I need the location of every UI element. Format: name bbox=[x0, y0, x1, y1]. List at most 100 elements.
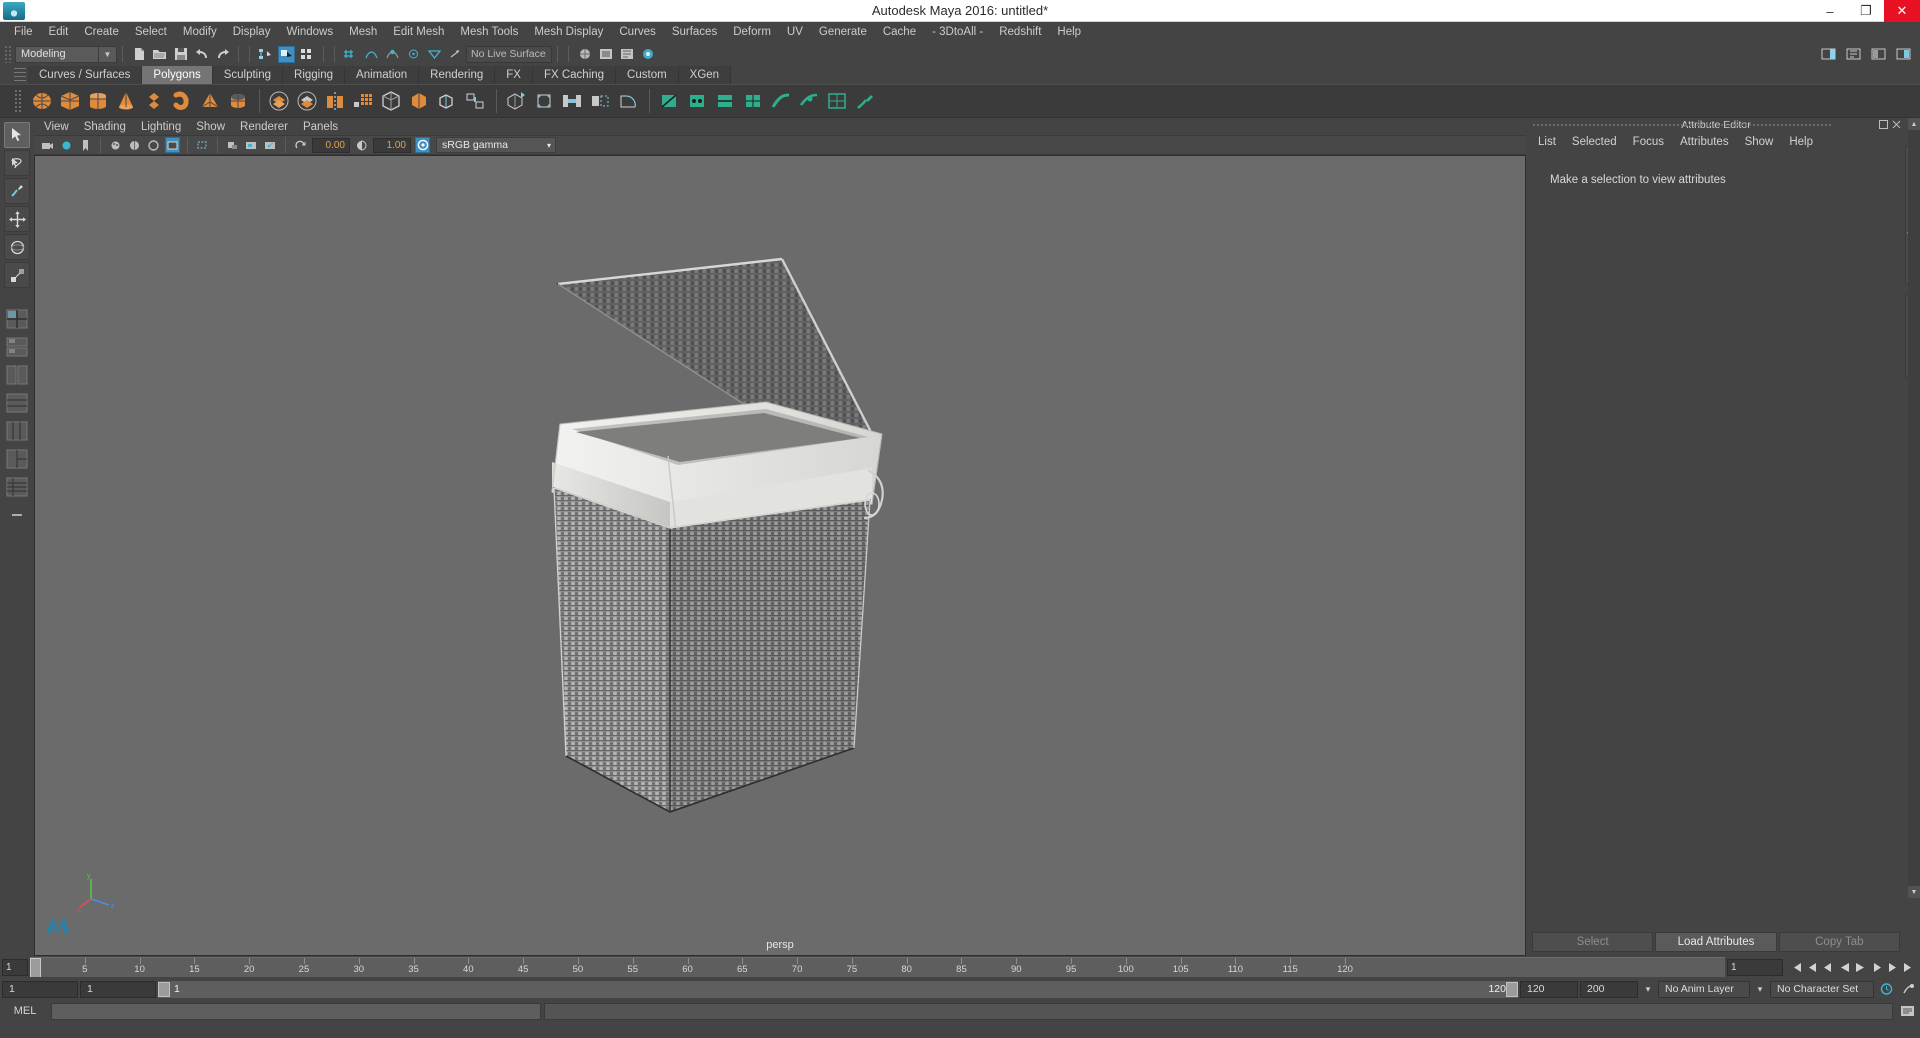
3-split-layout-icon[interactable] bbox=[4, 446, 30, 472]
copy-tab-button[interactable]: Copy Tab bbox=[1778, 932, 1900, 952]
scale-tool[interactable] bbox=[4, 262, 30, 288]
safe-action-icon[interactable] bbox=[263, 137, 278, 153]
menu-edit[interactable]: Edit bbox=[41, 24, 77, 40]
viewport-menu-panels[interactable]: Panels bbox=[303, 121, 347, 133]
playback-speed-arrow[interactable]: ▾ bbox=[1640, 984, 1656, 995]
select-button[interactable]: Select bbox=[1532, 932, 1654, 952]
menuset-selector-arrow[interactable]: ▼ bbox=[99, 45, 117, 63]
shelf-tab-rendering[interactable]: Rendering bbox=[419, 66, 496, 84]
anim-layer-select[interactable]: No Anim Layer bbox=[1658, 980, 1750, 998]
poly-cone-icon[interactable] bbox=[113, 88, 138, 114]
color-management-icon[interactable] bbox=[415, 137, 430, 153]
snap-to-view-plane-icon[interactable] bbox=[426, 46, 443, 63]
select-by-hierarchy-icon[interactable] bbox=[257, 46, 274, 63]
image-plane-icon[interactable] bbox=[108, 137, 123, 153]
snap-to-curve-icon[interactable] bbox=[363, 46, 380, 63]
menuset-selector[interactable]: Modeling bbox=[15, 45, 99, 63]
statusline-grip[interactable] bbox=[4, 45, 12, 63]
snap-to-projected-center-icon[interactable] bbox=[405, 46, 422, 63]
ae-menu-selected[interactable]: Selected bbox=[1572, 136, 1617, 148]
shelf-tab-fx-caching[interactable]: FX Caching bbox=[532, 66, 617, 84]
exposure-field[interactable]: 0.00 bbox=[312, 137, 350, 153]
menu-deform[interactable]: Deform bbox=[725, 24, 779, 40]
frame-number-field[interactable]: 1 bbox=[1727, 958, 1783, 976]
shelf-tab-fx[interactable]: FX bbox=[495, 66, 533, 84]
time-slider-track[interactable]: 5 10 15 20 25 30 35 40 45 50 55 60 65 70 75 80 85 90 95 100… bbox=[30, 957, 1725, 977]
menu-mesh-tools[interactable]: Mesh Tools bbox=[452, 24, 526, 40]
undock-icon[interactable] bbox=[1879, 120, 1888, 129]
poly-smooth-icon[interactable] bbox=[266, 88, 291, 114]
menu-curves[interactable]: Curves bbox=[611, 24, 663, 40]
hypershade-icon[interactable] bbox=[639, 46, 656, 63]
shelf-tab-xgen[interactable]: XGen bbox=[678, 66, 732, 84]
poly-prism-icon[interactable] bbox=[225, 88, 250, 114]
persp-outliner-layout-icon[interactable] bbox=[4, 334, 30, 360]
poly-boolean-icon[interactable] bbox=[378, 88, 403, 114]
menu-help[interactable]: Help bbox=[1049, 24, 1089, 40]
menu-select[interactable]: Select bbox=[127, 24, 175, 40]
poly-pipe-icon[interactable] bbox=[169, 88, 194, 114]
gamma-reset-icon[interactable] bbox=[354, 137, 369, 153]
poly-grid-icon[interactable] bbox=[350, 88, 375, 114]
poly-pyramid-icon[interactable] bbox=[197, 88, 222, 114]
select-tool[interactable] bbox=[4, 122, 30, 148]
menu-surfaces[interactable]: Surfaces bbox=[664, 24, 725, 40]
poly-multicut-icon[interactable] bbox=[656, 88, 681, 114]
animation-preferences-icon[interactable] bbox=[1898, 981, 1918, 997]
collapse-toolbox-icon[interactable] bbox=[4, 502, 30, 528]
poly-extrude-icon[interactable] bbox=[503, 88, 528, 114]
menu-3dtoall[interactable]: - 3DtoAll - bbox=[924, 24, 991, 40]
gamma-field[interactable]: 1.00 bbox=[373, 137, 411, 153]
range-end-field[interactable]: 120 bbox=[1520, 980, 1578, 998]
poly-cylinder-icon[interactable] bbox=[85, 88, 110, 114]
show-hide-editors-icon[interactable] bbox=[1820, 46, 1837, 63]
open-scene-icon[interactable] bbox=[151, 46, 168, 63]
poly-uv-editor-icon[interactable] bbox=[824, 88, 849, 114]
range-slider-right-handle[interactable] bbox=[1506, 981, 1518, 997]
play-backwards-icon[interactable] bbox=[1837, 959, 1852, 975]
poly-crease-icon[interactable] bbox=[768, 88, 793, 114]
render-settings-icon[interactable] bbox=[618, 46, 635, 63]
range-slider-left-handle[interactable] bbox=[158, 981, 170, 997]
script-editor-icon[interactable] bbox=[1896, 1003, 1918, 1019]
film-gate-icon[interactable] bbox=[165, 137, 180, 153]
4-view-layout-icon[interactable] bbox=[4, 306, 30, 332]
menu-redshift[interactable]: Redshift bbox=[991, 24, 1049, 40]
shelf-tab-sculpting[interactable]: Sculpting bbox=[212, 66, 284, 84]
command-language-label[interactable]: MEL bbox=[2, 1005, 48, 1017]
menu-cache[interactable]: Cache bbox=[875, 24, 924, 40]
shelf-tab-rigging[interactable]: Rigging bbox=[283, 66, 346, 84]
command-input[interactable] bbox=[51, 1002, 541, 1020]
attribute-editor-toggle-icon[interactable] bbox=[1870, 46, 1887, 63]
right-scrollbar[interactable]: ▲ ▼ bbox=[1908, 118, 1920, 898]
range-start-field[interactable]: 1 bbox=[80, 980, 156, 998]
range-slider-track[interactable]: 1 120 bbox=[158, 980, 1518, 998]
shelf-tab-curves-surfaces[interactable]: Curves / Surfaces bbox=[28, 66, 143, 84]
2d-pan-zoom-icon[interactable] bbox=[127, 137, 142, 153]
auto-keyframe-icon[interactable] bbox=[1876, 981, 1896, 997]
render-current-frame-icon[interactable] bbox=[576, 46, 593, 63]
poly-sphere-icon[interactable] bbox=[29, 88, 54, 114]
current-frame-field-left[interactable]: 1 bbox=[2, 958, 28, 976]
viewport-menu-shading[interactable]: Shading bbox=[84, 121, 135, 133]
scroll-up-icon[interactable]: ▲ bbox=[1908, 118, 1920, 130]
rotate-tool[interactable] bbox=[4, 234, 30, 260]
poly-wedge-icon[interactable] bbox=[615, 88, 640, 114]
modeling-toolkit-toggle-icon[interactable] bbox=[1845, 46, 1862, 63]
load-attributes-button[interactable]: Load Attributes bbox=[1655, 932, 1777, 952]
go-to-start-icon[interactable] bbox=[1789, 959, 1804, 975]
poly-slide-edge-icon[interactable] bbox=[796, 88, 821, 114]
character-set-select[interactable]: No Character Set bbox=[1770, 980, 1874, 998]
poly-sculpt-icon[interactable] bbox=[852, 88, 877, 114]
viewport-menu-lighting[interactable]: Lighting bbox=[141, 121, 190, 133]
panel-grip[interactable] bbox=[1532, 123, 1832, 127]
menu-mesh-display[interactable]: Mesh Display bbox=[526, 24, 611, 40]
select-camera-icon[interactable] bbox=[40, 137, 55, 153]
shelf-grip[interactable] bbox=[14, 68, 26, 84]
single-pane-layout-icon[interactable] bbox=[4, 474, 30, 500]
lasso-select-tool[interactable] bbox=[4, 150, 30, 176]
menu-display[interactable]: Display bbox=[225, 24, 279, 40]
snap-to-grid-icon[interactable] bbox=[342, 46, 359, 63]
menu-create[interactable]: Create bbox=[76, 24, 127, 40]
exposure-reset-icon[interactable] bbox=[293, 137, 308, 153]
